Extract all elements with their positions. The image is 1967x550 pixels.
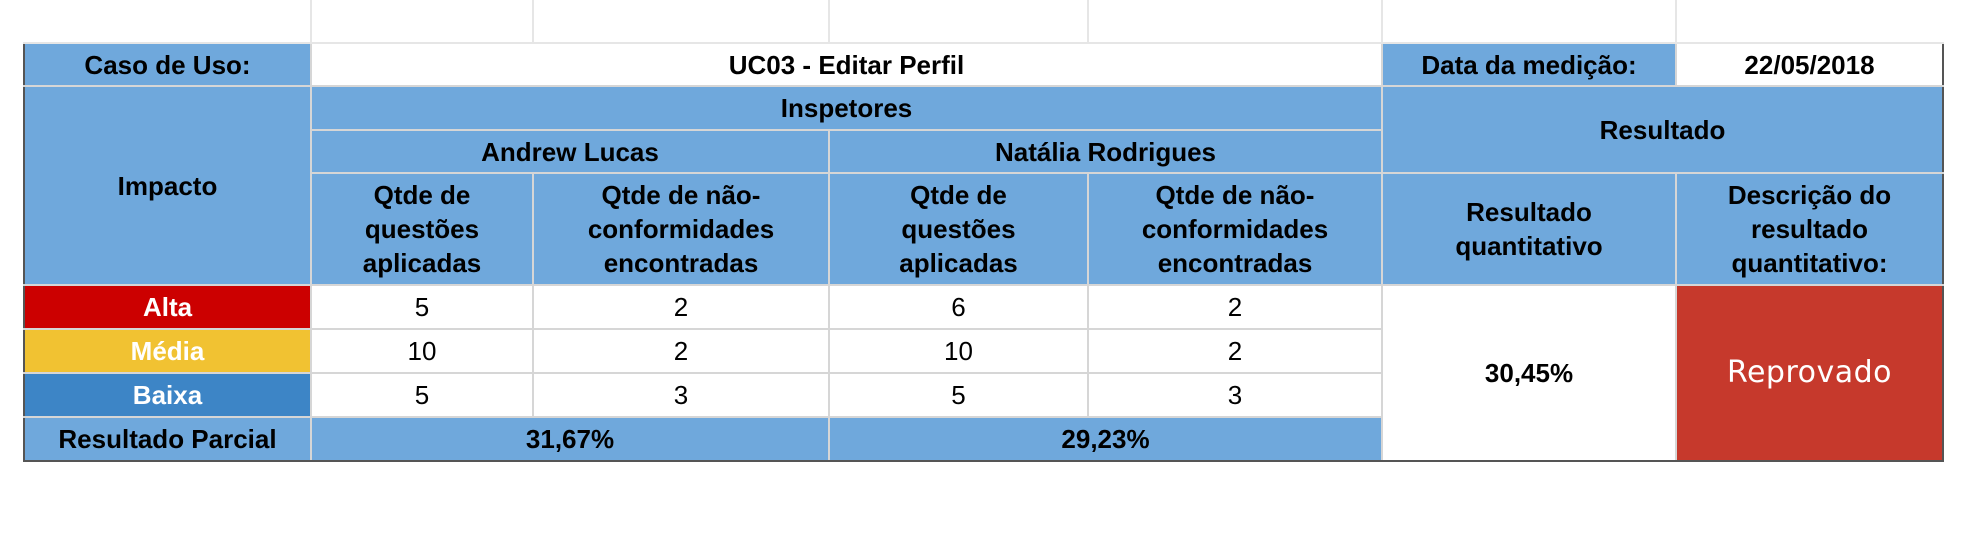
i2-questions-cell[interactable]: 6 xyxy=(828,284,1089,330)
empty-cell[interactable] xyxy=(24,0,312,44)
impact-alta[interactable]: Alta xyxy=(23,284,312,330)
empty-cell[interactable] xyxy=(532,0,830,44)
i1-nc-cell[interactable]: 3 xyxy=(532,372,830,418)
i2-nc-cell[interactable]: 2 xyxy=(1087,284,1383,330)
evaluation-sheet: Caso de Uso: UC03 - Editar Perfil Data d… xyxy=(23,0,1944,462)
subheader-row: Qtde de questões aplicadas Qtde de não-c… xyxy=(24,172,1944,286)
empty-cell[interactable] xyxy=(310,0,534,44)
i2-questions-cell[interactable]: 10 xyxy=(828,328,1089,374)
i2-nc-cell[interactable]: 3 xyxy=(1087,372,1383,418)
use-case-value[interactable]: UC03 - Editar Perfil xyxy=(310,42,1383,87)
use-case-label[interactable]: Caso de Uso: xyxy=(23,42,312,87)
result-quantitative-value[interactable]: 30,45% xyxy=(1381,284,1677,462)
result-quantitative-header[interactable]: Resultado quantitativo xyxy=(1381,172,1677,286)
table-row: Alta 5 2 6 2 30,45% Reprovado xyxy=(23,284,1944,462)
empty-cell[interactable] xyxy=(1675,0,1943,44)
date-value[interactable]: 22/05/2018 xyxy=(1675,42,1944,87)
i1-nc-header[interactable]: Qtde de não-conformidades encontradas xyxy=(532,172,830,286)
i2-nc-cell[interactable]: 2 xyxy=(1087,328,1383,374)
i1-questions-cell[interactable]: 10 xyxy=(310,328,534,374)
i1-questions-cell[interactable]: 5 xyxy=(310,284,534,330)
empty-cell[interactable] xyxy=(1087,0,1383,44)
inspectors-header-row: Impacto Inspetores Resultado xyxy=(23,85,1944,286)
inspector-1-name[interactable]: Andrew Lucas xyxy=(310,129,830,174)
i1-nc-cell[interactable]: 2 xyxy=(532,284,830,330)
date-label[interactable]: Data da medição: xyxy=(1381,42,1677,87)
i1-questions-cell[interactable]: 5 xyxy=(310,372,534,418)
result-description-header[interactable]: Descrição do resultado quantitativo: xyxy=(1675,172,1944,286)
impact-media[interactable]: Média xyxy=(23,328,312,374)
i2-questions-header[interactable]: Qtde de questões aplicadas xyxy=(828,172,1089,286)
i1-nc-cell[interactable]: 2 xyxy=(532,328,830,374)
partial-result-inspector-1[interactable]: 31,67% xyxy=(310,416,830,462)
i1-questions-header[interactable]: Qtde de questões aplicadas xyxy=(310,172,534,286)
inspetores-header[interactable]: Inspetores xyxy=(310,85,1383,131)
i2-nc-header[interactable]: Qtde de não-conformidades encontradas xyxy=(1087,172,1383,286)
partial-result-label[interactable]: Resultado Parcial xyxy=(23,416,312,462)
inspector-2-name[interactable]: Natália Rodrigues xyxy=(828,129,1383,174)
empty-cell[interactable] xyxy=(828,0,1089,44)
header-row: Caso de Uso: UC03 - Editar Perfil Data d… xyxy=(23,42,1944,87)
empty-cell[interactable] xyxy=(1381,0,1677,44)
resultado-header[interactable]: Resultado xyxy=(1381,85,1944,174)
inspection-table: Caso de Uso: UC03 - Editar Perfil Data d… xyxy=(23,0,1944,462)
partial-result-inspector-2[interactable]: 29,23% xyxy=(828,416,1383,462)
empty-row xyxy=(24,0,1943,44)
impacto-header[interactable]: Impacto xyxy=(23,85,312,286)
result-description-value[interactable]: Reprovado xyxy=(1675,284,1944,462)
impact-baixa[interactable]: Baixa xyxy=(23,372,312,418)
i2-questions-cell[interactable]: 5 xyxy=(828,372,1089,418)
